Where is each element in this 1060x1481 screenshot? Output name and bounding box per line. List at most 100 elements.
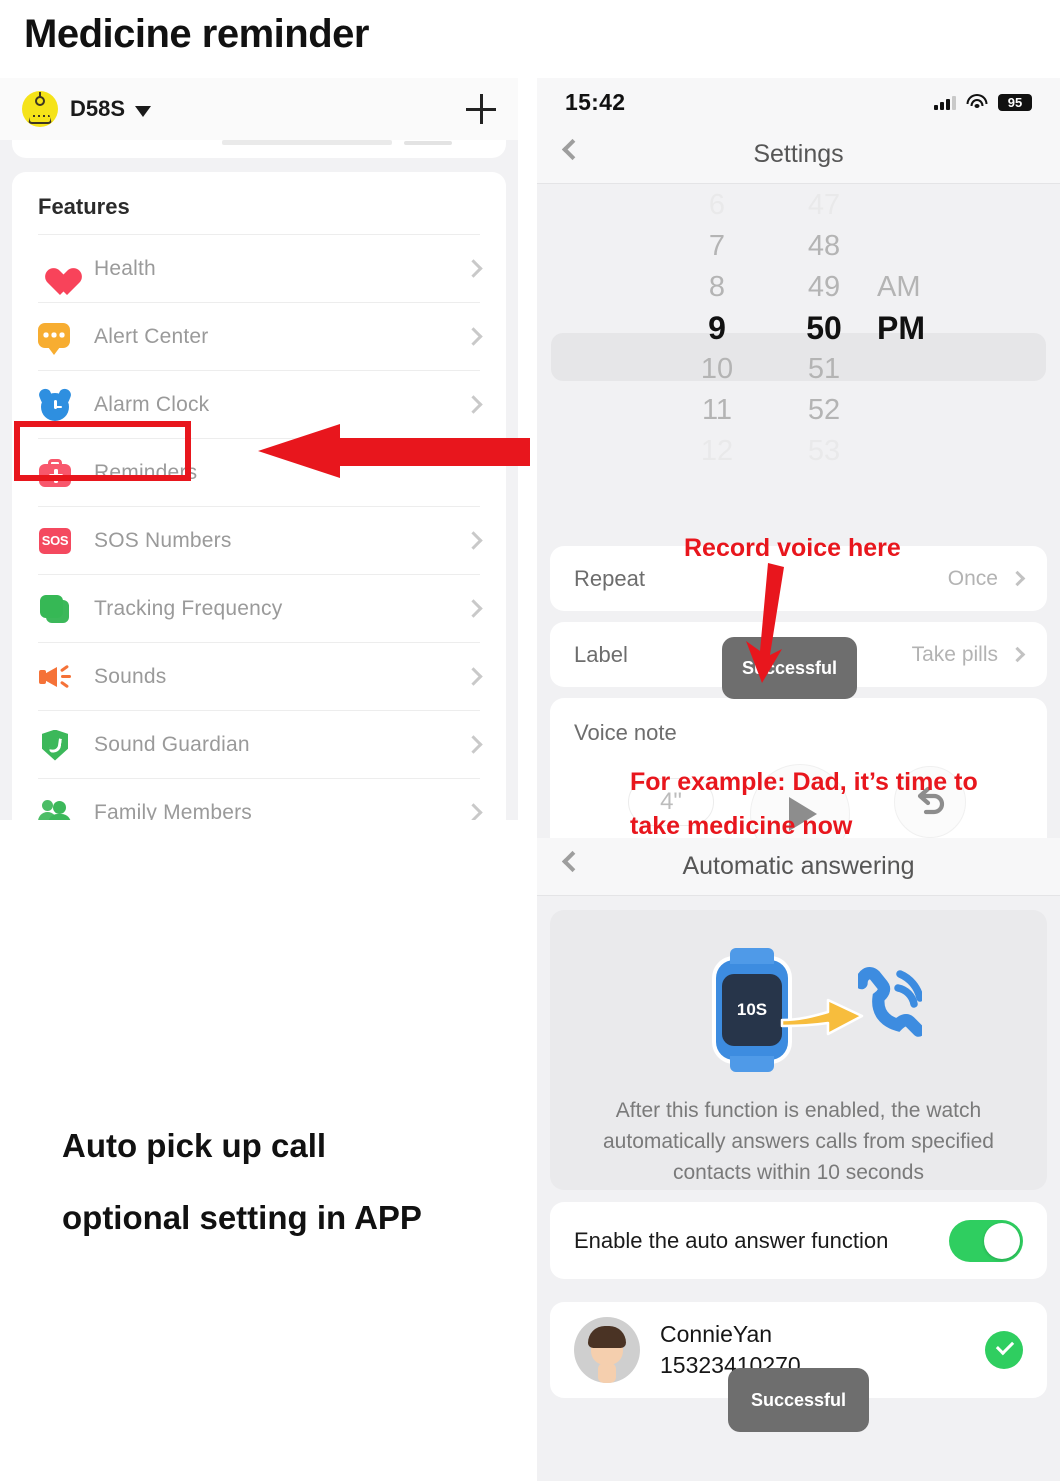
time-picker-hours-column[interactable]: 6 7 8 9 10 11 12 [662, 185, 772, 472]
minute-option[interactable]: 52 [769, 390, 879, 431]
hour-option[interactable]: 11 [662, 390, 772, 431]
auto-answer-toggle-label: Enable the auto answer function [574, 1227, 889, 1253]
pointer-arrow-down-icon [746, 563, 784, 683]
status-bar: 15:42 95 [537, 78, 1060, 126]
feature-label: Sound Guardian [94, 732, 250, 756]
minute-option[interactable]: 49 [769, 267, 879, 308]
feature-row-health[interactable]: Health [38, 234, 483, 302]
hour-option[interactable]: 10 [662, 349, 772, 390]
feature-label: Tracking Frequency [94, 596, 283, 620]
contact-name: ConnieYan [660, 1321, 773, 1347]
feature-row-sos-numbers[interactable]: SOS SOS Numbers [38, 506, 483, 574]
chevron-right-icon [1009, 570, 1026, 587]
label-value: Take pills [911, 642, 998, 666]
device-avatar-icon [22, 91, 58, 127]
device-name-label[interactable]: D58S [70, 96, 125, 122]
yellow-arrow-icon [780, 998, 864, 1036]
feature-label: Health [94, 256, 156, 280]
contact-avatar [574, 1317, 640, 1383]
caption-line-2: optional setting in APP [62, 1199, 422, 1236]
chevron-right-icon [464, 599, 483, 618]
contact-selected-check-icon[interactable] [985, 1331, 1023, 1369]
chevron-right-icon [464, 259, 483, 278]
repeat-value: Once [947, 566, 998, 590]
auto-answer-illustration: 10S [702, 948, 922, 1075]
hour-option[interactable]: 8 [662, 267, 772, 308]
feature-label: SOS Numbers [94, 528, 232, 552]
feature-row-tracking-frequency[interactable]: Tracking Frequency [38, 574, 483, 642]
minute-option-selected[interactable]: 50 [769, 308, 879, 349]
minute-option[interactable]: 53 [769, 431, 879, 472]
time-picker[interactable]: 6 7 8 9 10 11 12 47 48 49 50 51 52 53 . … [537, 185, 1060, 540]
speaker-icon [38, 660, 72, 694]
chevron-right-icon [464, 531, 483, 550]
auto-answer-nav-title: Automatic answering [682, 852, 915, 880]
feature-label: Sounds [94, 664, 167, 688]
auto-answer-toggle-row[interactable]: Enable the auto answer function [550, 1202, 1047, 1279]
time-picker-meridiem-column[interactable]: . . AM PM [877, 185, 987, 349]
minute-option[interactable]: 48 [769, 226, 879, 267]
sos-icon-text: SOS [39, 527, 71, 554]
annotation-record-voice-here: Record voice here [684, 534, 901, 562]
cellular-signal-icon [934, 94, 956, 110]
hour-option-selected[interactable]: 9 [662, 308, 772, 349]
minute-option[interactable]: 51 [769, 349, 879, 390]
chevron-right-icon [1009, 646, 1026, 663]
chevron-right-icon [464, 803, 483, 820]
screenshot-root: Medicine reminder D58S Features Health A… [0, 0, 1060, 1481]
minute-option[interactable]: 47 [769, 185, 879, 226]
battery-level-badge: 95 [998, 93, 1032, 111]
feature-label: Alarm Clock [94, 392, 210, 416]
chevron-right-icon [464, 395, 483, 414]
people-icon [38, 796, 72, 820]
features-card: Features Health Alert Center Alarm Clock [12, 172, 506, 820]
reminders-highlight-box [14, 421, 191, 481]
page-title: Medicine reminder [24, 12, 369, 56]
annotation-example-line2: take medicine now [630, 812, 853, 840]
sos-icon: SOS [38, 524, 72, 558]
label-label: Label [574, 641, 628, 667]
smart-watch-icon: 10S [716, 948, 788, 1072]
hour-option[interactable]: 7 [662, 226, 772, 267]
auto-answer-toggle-switch[interactable] [949, 1219, 1023, 1262]
repeat-label: Repeat [574, 565, 645, 591]
pointer-arrow-left-icon [258, 424, 530, 478]
settings-nav-title: Settings [753, 140, 844, 168]
settings-nav-bar: Settings [537, 126, 1060, 184]
reminder-settings-screen: 15:42 95 Settings 6 7 8 9 10 11 12 47 48… [537, 78, 1060, 838]
hour-option[interactable]: 12 [662, 431, 772, 472]
alarm-clock-icon [37, 386, 73, 422]
feature-label: Family Members [94, 800, 252, 821]
feature-row-alert-center[interactable]: Alert Center [38, 302, 483, 370]
status-bar-time: 15:42 [565, 88, 626, 115]
meridiem-option-selected[interactable]: PM [877, 308, 987, 349]
chevron-down-icon[interactable] [135, 105, 152, 117]
heart-icon [38, 252, 72, 286]
chevron-right-icon [464, 667, 483, 686]
feature-row-family-members[interactable]: Family Members [38, 778, 483, 821]
auto-answer-info-card: 10S After this function is enabled, the … [550, 910, 1047, 1190]
annotation-example-line1: For example: Dad, it’s time to [630, 768, 978, 796]
device-header: D58S [0, 78, 518, 140]
feature-row-sound-guardian[interactable]: Sound Guardian [38, 710, 483, 778]
bottom-caption: Auto pick up call optional setting in AP… [62, 1110, 522, 1254]
back-arrow-icon[interactable] [561, 138, 584, 161]
back-arrow-icon[interactable] [561, 850, 584, 873]
wifi-icon [966, 94, 988, 110]
meridiem-option[interactable]: AM [877, 267, 987, 308]
time-picker-minutes-column[interactable]: 47 48 49 50 51 52 53 [769, 185, 879, 472]
speech-bubble-icon [38, 320, 72, 355]
partial-card-above [12, 140, 506, 158]
hour-option[interactable]: 6 [662, 185, 772, 226]
layers-icon [38, 592, 72, 626]
add-device-button[interactable] [466, 94, 496, 124]
auto-answer-nav-bar: Automatic answering [537, 838, 1060, 896]
toast-successful-2: Successful [728, 1368, 869, 1432]
caption-line-1: Auto pick up call [62, 1127, 327, 1164]
features-section-title: Features [38, 194, 130, 219]
chevron-right-icon [464, 327, 483, 346]
feature-row-sounds[interactable]: Sounds [38, 642, 483, 710]
chevron-right-icon [464, 735, 483, 754]
ringing-phone-icon [858, 967, 922, 1037]
feature-label: Alert Center [94, 324, 209, 348]
